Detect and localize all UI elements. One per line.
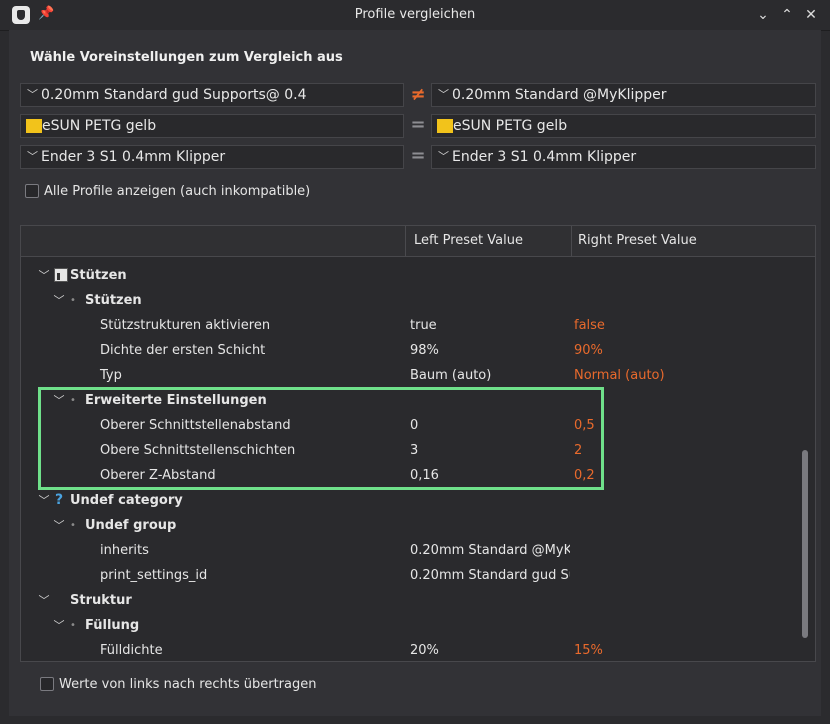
- filament-color-swatch: [437, 119, 453, 133]
- tree-header: Left Preset Value Right Preset Value: [21, 226, 815, 257]
- tree-scrollbar[interactable]: [802, 450, 808, 638]
- show-all-label: Alle Profile anzeigen (auch inkompatible…: [44, 184, 311, 199]
- bullet-icon: •: [70, 620, 76, 631]
- printer-right-combo[interactable]: ﹀ Ender 3 S1 0.4mm Klipper: [431, 145, 816, 169]
- chevron-down-icon: ﹀: [438, 150, 449, 163]
- not-equal-icon: ≠: [410, 84, 426, 105]
- tree-row-option[interactable]: Oberer Z-Abstand 0,16 0,2: [21, 463, 801, 488]
- tree-row-option[interactable]: Fülldichte 20% 15%: [21, 638, 801, 661]
- equal-icon: =: [410, 145, 426, 166]
- tree-row-option[interactable]: Oberer Schnittstellenabstand 0 0,5: [21, 413, 801, 438]
- chevron-down-icon[interactable]: ⌄: [752, 4, 774, 26]
- chevron-down-icon: ﹀: [438, 88, 449, 101]
- column-right-preset[interactable]: Right Preset Value: [578, 226, 697, 256]
- chevron-down-icon[interactable]: ﹀: [37, 588, 51, 613]
- chevron-down-icon: ﹀: [27, 150, 38, 163]
- filament-right-combo[interactable]: eSUN PETG gelb: [431, 114, 816, 138]
- transfer-values-label: Werte von links nach rechts übertragen: [59, 677, 317, 692]
- comparison-tree[interactable]: Left Preset Value Right Preset Value ﹀ S…: [20, 225, 816, 662]
- chevron-up-icon[interactable]: ⌃: [776, 4, 798, 26]
- tree-row-option[interactable]: inherits 0.20mm Standard @MyKlipper: [21, 538, 801, 563]
- chevron-down-icon[interactable]: ﹀: [37, 488, 51, 513]
- title-bar: 📌 Profile vergleichen ⌄ ⌃ ✕: [0, 0, 830, 31]
- tree-row-option[interactable]: print_settings_id 0.20mm Standard gud Su…: [21, 563, 801, 588]
- print-preset-right-combo[interactable]: ﹀ 0.20mm Standard @MyKlipper: [431, 83, 816, 107]
- support-category-icon: [54, 268, 68, 282]
- question-icon: ?: [55, 492, 64, 508]
- filament-left-combo[interactable]: eSUN PETG gelb: [20, 114, 404, 138]
- bullet-icon: •: [70, 520, 76, 531]
- tree-row-option[interactable]: Dichte der ersten Schicht 98% 90%: [21, 338, 801, 363]
- transfer-values-checkbox[interactable]: [40, 677, 54, 691]
- chevron-down-icon[interactable]: ﹀: [52, 513, 66, 538]
- tree-row-option[interactable]: Stützstrukturen aktivieren true false: [21, 313, 801, 338]
- show-all-checkbox[interactable]: [25, 184, 39, 198]
- tree-row-group[interactable]: ﹀ • Füllung: [21, 613, 801, 638]
- bullet-icon: •: [70, 395, 76, 406]
- bullet-icon: •: [70, 295, 76, 306]
- filament-color-swatch: [26, 119, 42, 133]
- tree-row-category[interactable]: ﹀ Struktur: [21, 588, 801, 613]
- column-left-preset[interactable]: Left Preset Value: [414, 226, 523, 256]
- chevron-down-icon[interactable]: ﹀: [52, 613, 66, 638]
- print-preset-left-combo[interactable]: ﹀ 0.20mm Standard gud Supports@ 0.4: [20, 83, 404, 107]
- window-title: Profile vergleichen: [354, 7, 476, 22]
- chevron-down-icon[interactable]: ﹀: [37, 263, 51, 288]
- chevron-down-icon[interactable]: ﹀: [52, 388, 66, 413]
- tree-row-option[interactable]: Obere Schnittstellenschichten 3 2: [21, 438, 801, 463]
- tree-row-category[interactable]: ﹀ Stützen: [21, 263, 801, 288]
- printer-left-combo[interactable]: ﹀ Ender 3 S1 0.4mm Klipper: [20, 145, 404, 169]
- page-title: Wähle Voreinstellungen zum Vergleich aus: [30, 50, 343, 65]
- close-icon[interactable]: ✕: [800, 4, 822, 26]
- chevron-down-icon[interactable]: ﹀: [52, 288, 66, 313]
- tree-row-category[interactable]: ﹀ ? Undef category: [21, 488, 801, 513]
- tree-row-group[interactable]: ﹀ • Undef group: [21, 513, 801, 538]
- tree-row-option[interactable]: Typ Baum (auto) Normal (auto): [21, 363, 801, 388]
- tree-row-group[interactable]: ﹀ • Erweiterte Einstellungen: [21, 388, 801, 413]
- chevron-down-icon: ﹀: [27, 88, 38, 101]
- equal-icon: =: [410, 114, 426, 135]
- tree-row-group[interactable]: ﹀ • Stützen: [21, 288, 801, 313]
